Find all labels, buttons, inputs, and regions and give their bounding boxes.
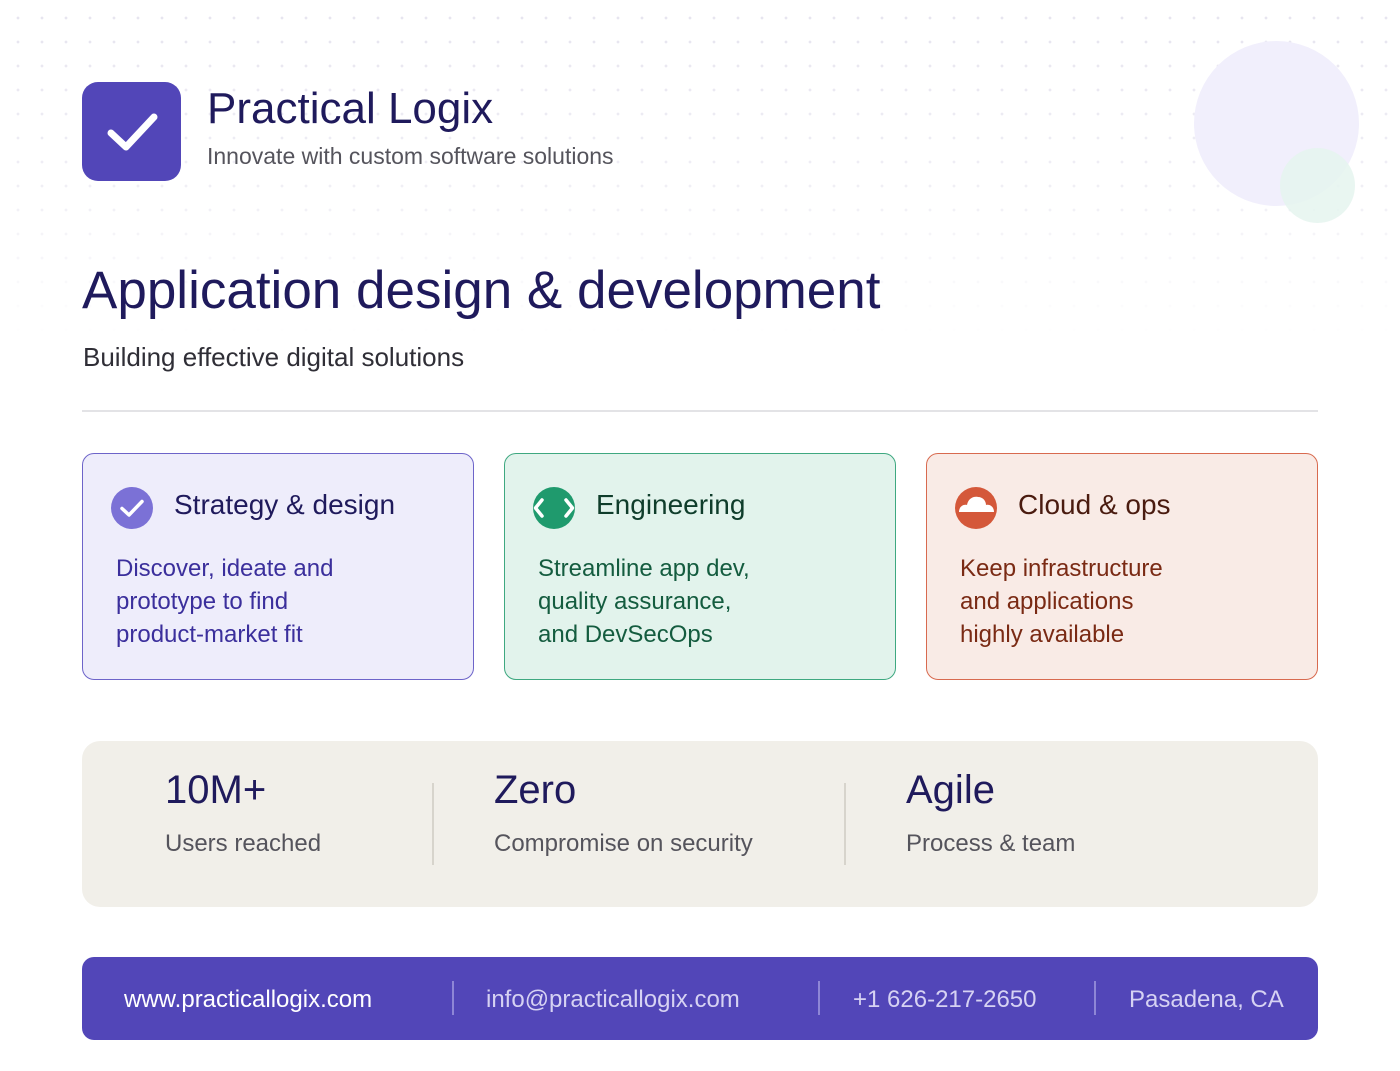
location-text: Pasadena, CA bbox=[1129, 986, 1284, 1013]
stat-label: Compromise on security bbox=[494, 830, 753, 857]
card-description-line: and DevSecOps bbox=[538, 621, 713, 648]
cloud-icon bbox=[955, 487, 997, 529]
card-description-line: quality assurance, bbox=[538, 588, 732, 615]
phone-link[interactable]: +1 626-217-2650 bbox=[853, 986, 1037, 1014]
footer-divider bbox=[452, 981, 454, 1015]
card-description-line: highly available bbox=[960, 621, 1125, 648]
card-title: Cloud & ops bbox=[1018, 489, 1171, 520]
code-brackets-icon bbox=[533, 487, 575, 529]
card-description-line: Keep infrastructure bbox=[960, 555, 1163, 582]
stat-divider bbox=[432, 783, 434, 865]
brand-tagline: Innovate with custom software solutions bbox=[207, 143, 614, 169]
card-description: Keep infrastructure and applications hig… bbox=[960, 552, 1163, 651]
service-card-strategy: Strategy & design Discover, ideate and p… bbox=[82, 453, 474, 680]
footer-divider bbox=[818, 981, 820, 1015]
checkmark-icon bbox=[107, 113, 157, 150]
card-description-line: product-market fit bbox=[116, 621, 303, 648]
contact-footer: www.practicallogix.com info@practicallog… bbox=[82, 957, 1318, 1040]
card-title: Strategy & design bbox=[174, 489, 396, 520]
card-description: Discover, ideate and prototype to find p… bbox=[116, 552, 333, 651]
stat-label: Users reached bbox=[165, 830, 322, 857]
stat-value: 10M+ bbox=[165, 768, 267, 812]
card-description-line: Discover, ideate and bbox=[116, 555, 334, 582]
footer-divider bbox=[1094, 981, 1096, 1015]
service-card-engineering: Engineering Streamline app dev, quality … bbox=[504, 453, 896, 680]
section-divider bbox=[82, 410, 1318, 412]
stat-divider bbox=[844, 783, 846, 865]
brand-logo bbox=[82, 82, 181, 181]
card-description-line: and applications bbox=[960, 588, 1134, 615]
stats-panel: 10M+ Users reached Zero Compromise on se… bbox=[82, 741, 1318, 907]
page-subtitle: Building effective digital solutions bbox=[83, 342, 465, 372]
decorative-circle-small bbox=[1280, 148, 1355, 223]
stat-value: Agile bbox=[906, 768, 995, 812]
check-circle-icon bbox=[111, 487, 153, 529]
email-link[interactable]: info@practicallogix.com bbox=[486, 986, 740, 1014]
card-description-line: prototype to find bbox=[116, 588, 289, 615]
brand-name: Practical Logix bbox=[207, 84, 494, 133]
page-title: Application design & development bbox=[82, 261, 881, 320]
stat-value: Zero bbox=[494, 768, 577, 812]
service-card-cloud: Cloud & ops Keep infrastructure and appl… bbox=[926, 453, 1318, 680]
card-description: Streamline app dev, quality assurance, a… bbox=[538, 552, 750, 651]
card-description-line: Streamline app dev, bbox=[538, 555, 750, 582]
website-link[interactable]: www.practicallogix.com bbox=[124, 986, 372, 1014]
card-title: Engineering bbox=[596, 489, 746, 520]
stat-label: Process & team bbox=[906, 830, 1076, 857]
